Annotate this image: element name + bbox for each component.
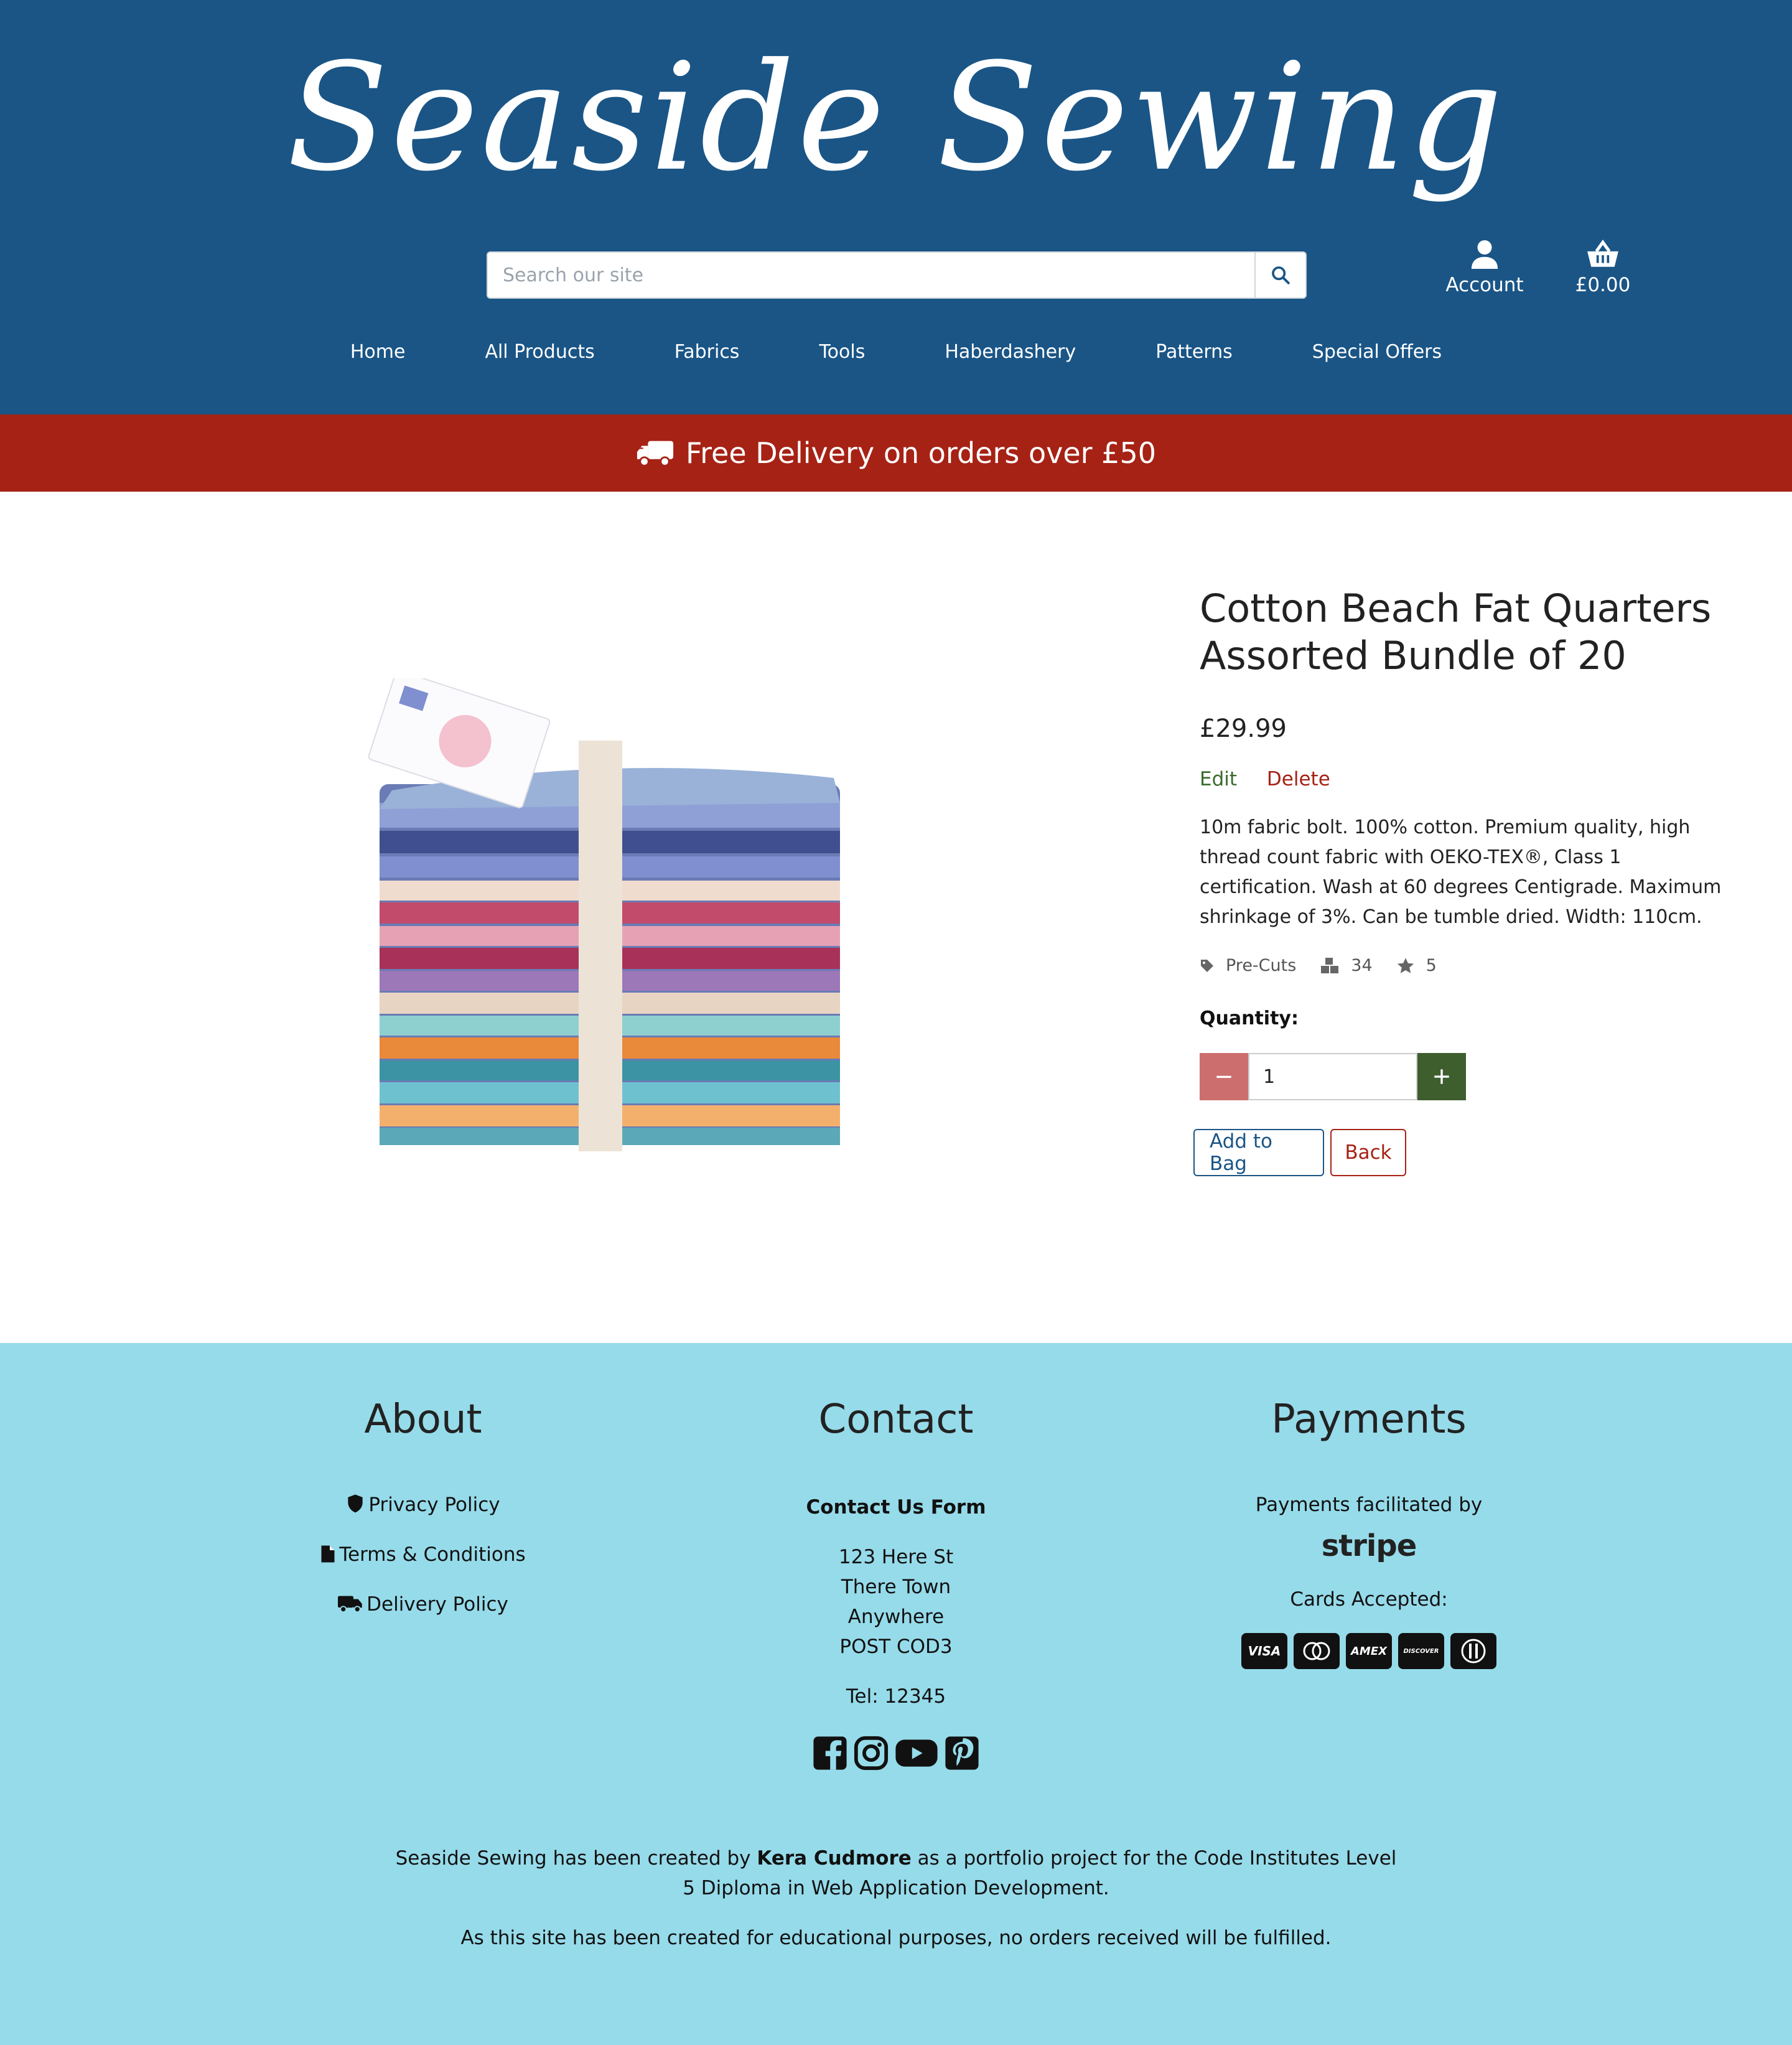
diners-club-icon <box>1450 1633 1496 1669</box>
increment-button[interactable] <box>1417 1053 1466 1100</box>
basket-icon <box>1587 240 1618 267</box>
bag-total: £0.00 <box>1575 274 1631 296</box>
back-button[interactable]: Back <box>1330 1129 1406 1176</box>
discover-icon: DISCOVER <box>1398 1633 1444 1669</box>
account-label: Account <box>1445 274 1524 296</box>
product-details: Cotton Beach Fat Quarters Assorted Bundl… <box>1193 585 1735 1176</box>
delete-link[interactable]: Delete <box>1267 768 1330 790</box>
rating: 5 <box>1396 956 1437 975</box>
contact-form-link[interactable]: Contact Us Form <box>660 1492 1132 1522</box>
visa-icon: VISA <box>1241 1633 1287 1669</box>
youtube-icon[interactable] <box>894 1735 939 1771</box>
credit-note: Seaside Sewing has been created by Kera … <box>395 1847 1397 1899</box>
contact-heading: Contact <box>818 1397 974 1443</box>
shield-icon <box>348 1494 363 1513</box>
footer-contact: Contact Contact Us Form 123 Here St Ther… <box>660 1397 1132 1771</box>
footer-about: About Privacy Policy Terms & Conditions … <box>187 1397 660 1619</box>
stock-count: 34 <box>1320 956 1373 975</box>
nav-tools[interactable]: Tools <box>779 341 905 363</box>
nav-haberdashery[interactable]: Haberdashery <box>905 341 1116 363</box>
amex-icon: AMEX <box>1346 1633 1392 1669</box>
product-meta: Pre-Cuts 34 5 <box>1200 956 1735 975</box>
nav-patterns[interactable]: Patterns <box>1116 341 1272 363</box>
add-to-bag-button[interactable]: Add to Bag <box>1193 1129 1324 1176</box>
decrement-button[interactable] <box>1200 1053 1248 1100</box>
quantity-stepper <box>1200 1053 1466 1100</box>
banner-text: Free Delivery on orders over £50 <box>686 436 1156 470</box>
stripe-logo: stripe <box>1321 1528 1417 1563</box>
edit-link[interactable]: Edit <box>1200 768 1237 790</box>
author-link[interactable]: Kera Cudmore <box>757 1847 911 1870</box>
category-link[interactable]: Pre-Cuts <box>1200 956 1296 975</box>
address: 123 Here St There Town Anywhere POST COD… <box>838 1546 954 1658</box>
social-links <box>660 1735 1132 1771</box>
payments-heading: Payments <box>1271 1397 1467 1443</box>
plus-icon <box>1434 1069 1449 1084</box>
account-link[interactable]: Account <box>1429 239 1541 296</box>
search-input[interactable] <box>488 253 1254 297</box>
product-description: 10m fabric bolt. 100% cotton. Premium qu… <box>1200 817 1722 928</box>
product-buttons: Add to Bag Back <box>1193 1129 1735 1176</box>
mastercard-icon <box>1294 1633 1340 1669</box>
cards-label: Cards Accepted: <box>1290 1588 1448 1611</box>
search-button[interactable] <box>1254 253 1305 297</box>
truck-icon <box>338 1596 362 1613</box>
privacy-policy-link[interactable]: Privacy Policy <box>187 1490 660 1520</box>
payments-facilitated: Payments facilitated by <box>1255 1494 1483 1516</box>
cards-accepted: VISA AMEX DISCOVER <box>1132 1633 1605 1669</box>
disclaimer: As this site has been created for educat… <box>460 1927 1332 1949</box>
quantity-label: Quantity: <box>1200 1008 1299 1029</box>
terms-link[interactable]: Terms & Conditions <box>187 1540 660 1570</box>
stock-value: 34 <box>1351 956 1373 975</box>
telephone: Tel: 12345 <box>846 1685 946 1708</box>
site-logo[interactable]: Seaside Sewing <box>0 12 1792 224</box>
about-heading: About <box>364 1397 482 1443</box>
category-label: Pre-Cuts <box>1226 956 1297 975</box>
search-icon <box>1272 266 1290 284</box>
site-header: Seaside Sewing Account £0.00 Home All Pr… <box>0 0 1792 414</box>
product-title: Cotton Beach Fat Quarters Assorted Bundl… <box>1200 586 1712 678</box>
tag-icon <box>1201 959 1213 972</box>
footer-payments: Payments Payments facilitated by stripe … <box>1132 1397 1605 1669</box>
delivery-policy-link[interactable]: Delivery Policy <box>187 1589 660 1619</box>
admin-actions: Edit Delete <box>1200 768 1735 790</box>
search-bar <box>487 251 1307 299</box>
file-icon <box>321 1545 335 1563</box>
instagram-icon[interactable] <box>853 1735 889 1771</box>
shopping-bag-link[interactable]: £0.00 <box>1547 239 1659 296</box>
minus-icon <box>1216 1075 1231 1079</box>
nav-all-products[interactable]: All Products <box>445 341 634 363</box>
delivery-banner: Free Delivery on orders over £50 <box>0 414 1792 492</box>
facebook-icon[interactable] <box>812 1735 848 1771</box>
site-footer: About Privacy Policy Terms & Conditions … <box>0 1343 1792 2045</box>
main-nav: Home All Products Fabrics Tools Haberdas… <box>0 341 1792 363</box>
user-icon <box>1471 240 1498 269</box>
rating-value: 5 <box>1426 956 1437 975</box>
star-icon <box>1397 957 1414 973</box>
product-price: £29.99 <box>1200 714 1287 743</box>
quantity-input[interactable] <box>1248 1053 1417 1100</box>
pinterest-icon[interactable] <box>944 1735 980 1771</box>
nav-fabrics[interactable]: Fabrics <box>635 341 780 363</box>
boxes-icon <box>1321 957 1339 973</box>
nav-special-offers[interactable]: Special Offers <box>1272 341 1482 363</box>
nav-home[interactable]: Home <box>310 341 446 363</box>
truck-icon <box>636 441 674 467</box>
ribbon <box>579 741 622 1151</box>
product-image <box>367 670 852 1164</box>
